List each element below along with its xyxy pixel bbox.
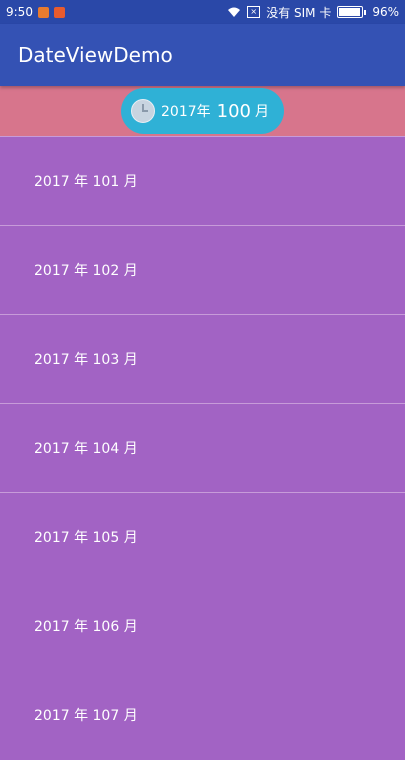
list-item-label: 2017 年 107 月 (34, 708, 138, 724)
wifi-icon (228, 7, 241, 17)
list-item[interactable]: 2017 年 105 月 (0, 493, 405, 582)
date-month-unit: 月 (255, 104, 269, 120)
app-bar: DateViewDemo (0, 24, 405, 86)
list-item-label: 2017 年 103 月 (34, 352, 138, 368)
battery-icon (337, 6, 367, 18)
clock-icon (131, 99, 155, 123)
list-item-label: 2017 年 101 月 (34, 174, 138, 190)
list-item[interactable]: 2017 年 103 月 (0, 315, 405, 404)
date-picker-button[interactable]: 2017年 100 月 (121, 88, 284, 134)
list-item[interactable]: 2017 年 102 月 (0, 226, 405, 315)
battery-percent: 96% (372, 5, 399, 19)
list-item[interactable]: 2017 年 107 月 (0, 671, 405, 760)
carrier-text: 没有 SIM 卡 (266, 5, 332, 20)
status-right: × 没有 SIM 卡 96% (227, 4, 399, 21)
date-month: 100 (216, 100, 251, 122)
status-time: 9:50 (6, 5, 33, 19)
list-item-label: 2017 年 106 月 (34, 619, 138, 635)
month-list[interactable]: 2017 年 101 月 2017 年 102 月 2017 年 103 月 2… (0, 136, 405, 760)
date-year: 2017年 (161, 104, 211, 120)
sim-icon: × (247, 6, 261, 18)
notification-app-icon (37, 6, 49, 18)
list-item[interactable]: 2017 年 106 月 (0, 582, 405, 671)
list-item-label: 2017 年 104 月 (34, 441, 138, 457)
list-item-label: 2017 年 102 月 (34, 263, 138, 279)
list-item-label: 2017 年 105 月 (34, 530, 138, 546)
status-bar: 9:50 × 没有 SIM 卡 96% (0, 0, 405, 24)
notification-video-icon (53, 6, 65, 18)
list-item[interactable]: 2017 年 101 月 (0, 137, 405, 226)
app-title: DateViewDemo (18, 43, 173, 67)
list-item[interactable]: 2017 年 104 月 (0, 404, 405, 493)
